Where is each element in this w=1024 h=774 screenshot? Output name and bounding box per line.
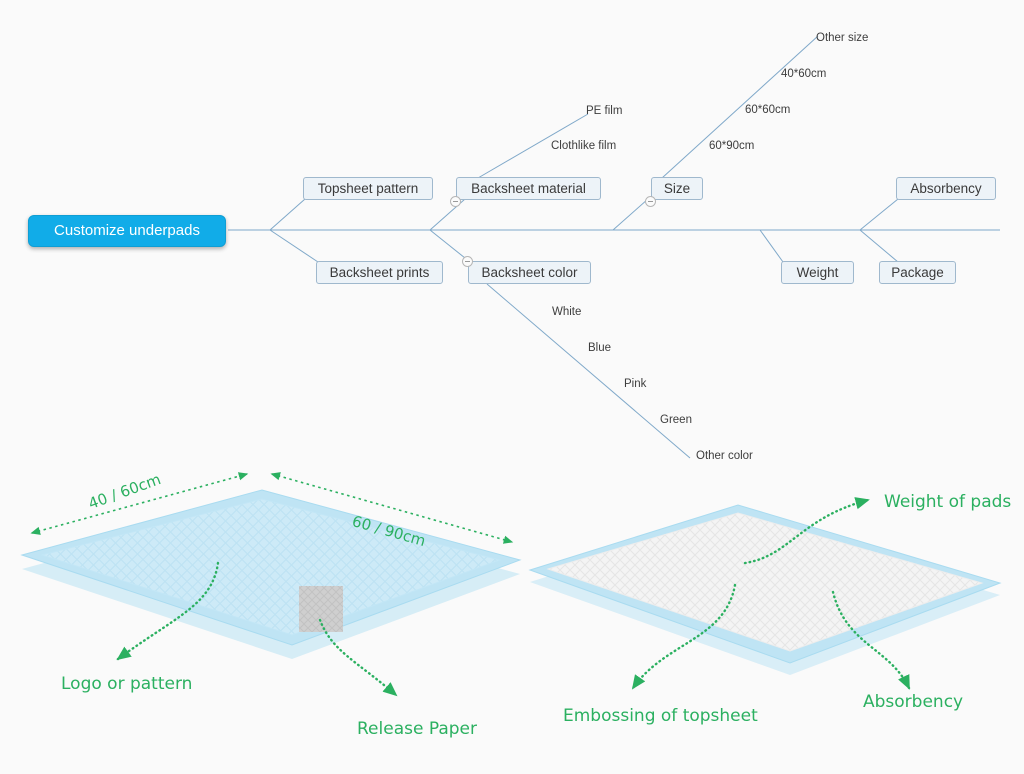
leaf-label-text: 40*60cm [781,68,827,80]
leaf-label-text: Clothlike film [551,140,617,152]
collapse-toggle-backsheet-color[interactable] [462,256,473,267]
node-label: Topsheet pattern [317,181,419,196]
leaf-label-text: Blue [588,342,612,354]
leaf-other-size[interactable]: Other size [816,31,868,45]
leaf-label-text: 60*60cm [745,104,791,116]
leaf-clothlike-film[interactable]: Clothlike film [551,139,616,153]
callout-label-absorbency: Absorbency [863,691,963,713]
leaf-color-white[interactable]: White [552,305,581,319]
node-label: Absorbency [910,181,982,196]
leaf-size-60x60[interactable]: 60*60cm [745,103,790,117]
connector-topsheet-pattern [269,198,306,231]
leaf-size-60x90[interactable]: 60*90cm [709,139,754,153]
product-illustration [20,472,1002,697]
connector-absorbency [859,198,899,231]
leaf-label-text: Green [660,414,692,426]
leaf-color-green[interactable]: Green [660,413,692,427]
collapse-toggle-size[interactable] [645,196,656,207]
node-label: Backsheet material [471,181,586,196]
node-backsheet-material[interactable]: Backsheet material [456,177,601,200]
callout-label-text: Release Paper [357,719,477,739]
node-label: Weight [796,265,839,280]
node-package[interactable]: Package [879,261,956,284]
callout-label-weight-of-pads: Weight of pads [884,491,1011,513]
leaf-pe-film[interactable]: PE film [586,104,622,118]
node-weight[interactable]: Weight [781,261,854,284]
callout-label-release-paper: Release Paper [357,718,477,740]
root-node-customize-underpads[interactable]: Customize underpads [28,215,226,247]
leaf-label-text: Other size [816,32,869,44]
leaf-label-text: Pink [624,378,647,390]
leaf-color-blue[interactable]: Blue [588,341,611,355]
leaf-color-pink[interactable]: Pink [624,377,646,391]
leaf-size-40x60[interactable]: 40*60cm [781,67,826,81]
callout-label-text: Logo or pattern [61,674,193,694]
node-label: Backsheet color [481,265,578,280]
callout-label-embossing-of-topsheet: Embossing of topsheet [563,705,758,727]
callout-label-text: Embossing of topsheet [563,706,758,726]
leaf-label-text: 60*90cm [709,140,755,152]
collapse-toggle-backsheet-material[interactable] [450,196,461,207]
callout-label-logo-or-pattern: Logo or pattern [61,673,192,695]
node-label: Size [663,181,691,196]
node-size[interactable]: Size [651,177,703,200]
callout-label-text: Absorbency [863,692,964,712]
node-topsheet-pattern[interactable]: Topsheet pattern [303,177,433,200]
node-absorbency[interactable]: Absorbency [896,177,996,200]
right-pad-graphic [528,504,1002,675]
callout-label-text: Weight of pads [884,492,1012,512]
node-backsheet-prints[interactable]: Backsheet prints [316,261,443,284]
connector-size [612,198,649,231]
subconnector-size [661,35,819,179]
node-backsheet-color[interactable]: Backsheet color [468,261,591,284]
leaf-label-text: PE film [586,105,623,117]
subconnector-backsheet-color [486,283,691,459]
diagram-canvas: Customize underpads Topsheet pattern Bac… [0,0,1024,774]
connector-backsheet-prints [269,229,319,263]
leaf-label-text: White [552,306,582,318]
node-label: Backsheet prints [329,265,430,280]
root-node-label: Customize underpads [54,222,200,239]
connector-package [859,229,899,263]
connector-weight [759,229,784,263]
node-label: Package [891,265,944,280]
